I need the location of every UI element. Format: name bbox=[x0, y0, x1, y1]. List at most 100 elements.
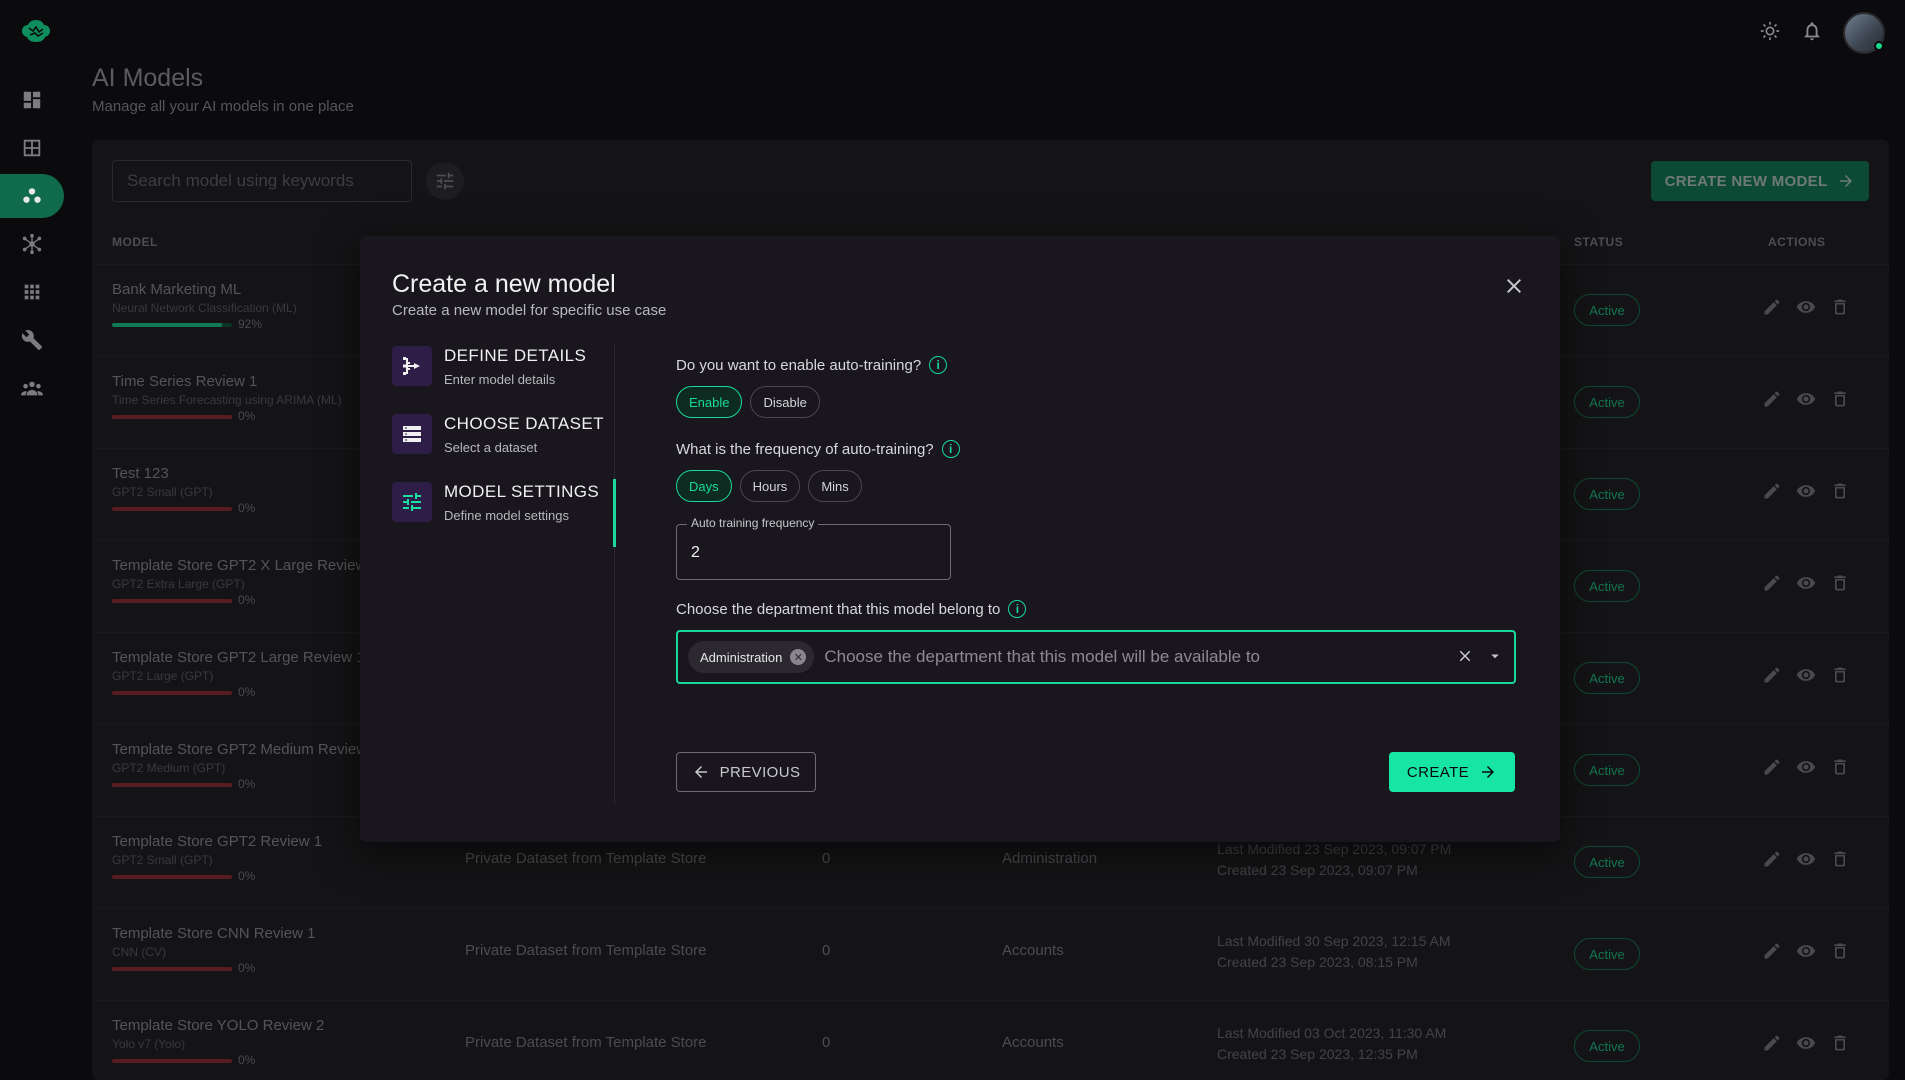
step-model-settings[interactable]: MODEL SETTINGS Define model settings bbox=[392, 480, 628, 548]
dataset-name: Private Dataset from Template Store bbox=[465, 942, 707, 959]
model-type: GPT2 Extra Large (GPT) bbox=[112, 577, 245, 591]
mins-chip[interactable]: Mins bbox=[808, 470, 862, 502]
info-icon[interactable]: i bbox=[941, 440, 960, 458]
delete-icon[interactable] bbox=[1830, 941, 1850, 961]
previous-button[interactable]: PREVIOUS bbox=[676, 752, 816, 792]
search-input[interactable]: Search model using keywords bbox=[112, 160, 412, 202]
auto-training-frequency-field[interactable]: Auto training frequency 2 bbox=[676, 516, 951, 580]
chip-remove-icon[interactable]: ✕ bbox=[790, 649, 807, 665]
sidebar-item-dashboard[interactable] bbox=[0, 78, 64, 122]
edit-icon[interactable] bbox=[1762, 389, 1782, 409]
view-icon[interactable] bbox=[1796, 941, 1816, 961]
theme-toggle-icon[interactable] bbox=[1759, 20, 1781, 47]
edit-icon[interactable] bbox=[1762, 849, 1782, 869]
delete-icon[interactable] bbox=[1830, 849, 1850, 869]
view-icon[interactable] bbox=[1796, 1033, 1816, 1053]
edit-icon[interactable] bbox=[1762, 573, 1782, 593]
clear-icon[interactable] bbox=[1456, 647, 1474, 665]
create-new-model-button[interactable]: CREATE NEW MODEL bbox=[1651, 161, 1869, 201]
progress-value: 0% bbox=[238, 501, 256, 515]
filter-button[interactable] bbox=[426, 162, 464, 200]
edit-icon[interactable] bbox=[1762, 481, 1782, 501]
sidebar-item-apps[interactable] bbox=[0, 270, 64, 314]
close-button[interactable] bbox=[1502, 274, 1526, 298]
model-name: Template Store GPT2 Medium Review bbox=[112, 741, 368, 758]
table-row[interactable]: Template Store YOLO Review 2 Yolo v7 (Yo… bbox=[92, 1000, 1889, 1080]
department-select[interactable]: Administration ✕ Choose the department t… bbox=[676, 630, 1516, 684]
view-icon[interactable] bbox=[1796, 389, 1816, 409]
progress-bar bbox=[112, 691, 232, 695]
edit-icon[interactable] bbox=[1762, 757, 1782, 777]
info-icon[interactable]: i bbox=[1008, 600, 1027, 618]
list-icon bbox=[403, 426, 421, 442]
row-actions bbox=[1762, 389, 1850, 409]
sidebar-item-grid[interactable] bbox=[0, 126, 64, 170]
step-icon bbox=[392, 482, 432, 522]
previous-label: PREVIOUS bbox=[719, 763, 801, 781]
view-icon[interactable] bbox=[1796, 849, 1816, 869]
edit-icon[interactable] bbox=[1762, 1033, 1782, 1053]
department-chip[interactable]: Administration ✕ bbox=[688, 641, 815, 673]
status-badge: Active bbox=[1574, 478, 1640, 510]
sidebar-item-network[interactable] bbox=[0, 222, 64, 266]
edit-icon[interactable] bbox=[1762, 665, 1782, 685]
online-status-dot bbox=[1874, 41, 1884, 51]
create-button[interactable]: CREATE bbox=[1389, 752, 1515, 792]
progress-bar bbox=[112, 599, 232, 603]
create-new-model-label: CREATE NEW MODEL bbox=[1664, 172, 1828, 190]
bell-icon[interactable] bbox=[1801, 20, 1823, 47]
progress-bar bbox=[112, 507, 232, 511]
delete-icon[interactable] bbox=[1830, 481, 1850, 501]
status-badge: Active bbox=[1574, 662, 1640, 694]
view-icon[interactable] bbox=[1796, 573, 1816, 593]
step-define-details[interactable]: DEFINE DETAILS Enter model details bbox=[392, 344, 628, 412]
disable-chip[interactable]: Disable bbox=[750, 386, 820, 418]
progress-value: 92% bbox=[238, 317, 263, 331]
dataset-name: Private Dataset from Template Store bbox=[465, 850, 707, 867]
delete-icon[interactable] bbox=[1830, 757, 1850, 777]
progress-bar bbox=[112, 783, 232, 787]
dataset-name: Private Dataset from Template Store bbox=[465, 1034, 707, 1051]
active-step-indicator bbox=[613, 479, 616, 547]
hours-chip[interactable]: Hours bbox=[739, 470, 801, 502]
sidebar-item-tools[interactable] bbox=[0, 318, 64, 362]
view-icon[interactable] bbox=[1796, 665, 1816, 685]
days-chip[interactable]: Days bbox=[676, 470, 732, 502]
column-header-status: STATUS bbox=[1574, 235, 1624, 249]
sidebar-item-models[interactable] bbox=[0, 174, 64, 218]
delete-icon[interactable] bbox=[1830, 389, 1850, 409]
step-choose-dataset[interactable]: CHOOSE DATASET Select a dataset bbox=[392, 412, 628, 480]
enable-chip[interactable]: Enable bbox=[676, 386, 743, 418]
view-icon[interactable] bbox=[1796, 297, 1816, 317]
frequency-question: What is the frequency of auto-training? … bbox=[676, 440, 1516, 458]
delete-icon[interactable] bbox=[1830, 1033, 1850, 1053]
model-type: CNN (CV) bbox=[112, 945, 166, 959]
chevron-down-icon[interactable] bbox=[1486, 647, 1504, 665]
row-actions bbox=[1762, 665, 1850, 685]
view-icon[interactable] bbox=[1796, 481, 1816, 501]
sidebar bbox=[0, 0, 70, 1080]
status-badge: Active bbox=[1574, 386, 1640, 418]
sidebar-item-team[interactable] bbox=[0, 366, 64, 410]
edit-icon[interactable] bbox=[1762, 297, 1782, 317]
status-badge: Active bbox=[1574, 938, 1640, 970]
avatar[interactable] bbox=[1843, 12, 1885, 54]
step-label: DEFINE DETAILS bbox=[444, 346, 587, 365]
edit-icon[interactable] bbox=[1762, 941, 1782, 961]
auto-training-label: Do you want to enable auto-training? bbox=[676, 356, 922, 374]
model-type: GPT2 Small (GPT) bbox=[112, 853, 213, 867]
delete-icon[interactable] bbox=[1830, 297, 1850, 317]
delete-icon[interactable] bbox=[1830, 573, 1850, 593]
dialog-subtitle: Create a new model for specific use case bbox=[392, 302, 667, 319]
table-row[interactable]: Template Store CNN Review 1 CNN (CV) 0% … bbox=[92, 908, 1889, 1000]
department: Administration bbox=[1002, 850, 1098, 867]
dashboard-icon bbox=[23, 91, 41, 109]
department: Accounts bbox=[1002, 942, 1064, 959]
row-actions bbox=[1762, 757, 1850, 777]
progress-value: 0% bbox=[238, 961, 256, 975]
brand-logo-icon[interactable] bbox=[18, 18, 54, 46]
delete-icon[interactable] bbox=[1830, 665, 1850, 685]
create-label: CREATE bbox=[1406, 763, 1470, 781]
view-icon[interactable] bbox=[1796, 757, 1816, 777]
info-icon[interactable]: i bbox=[929, 356, 948, 374]
